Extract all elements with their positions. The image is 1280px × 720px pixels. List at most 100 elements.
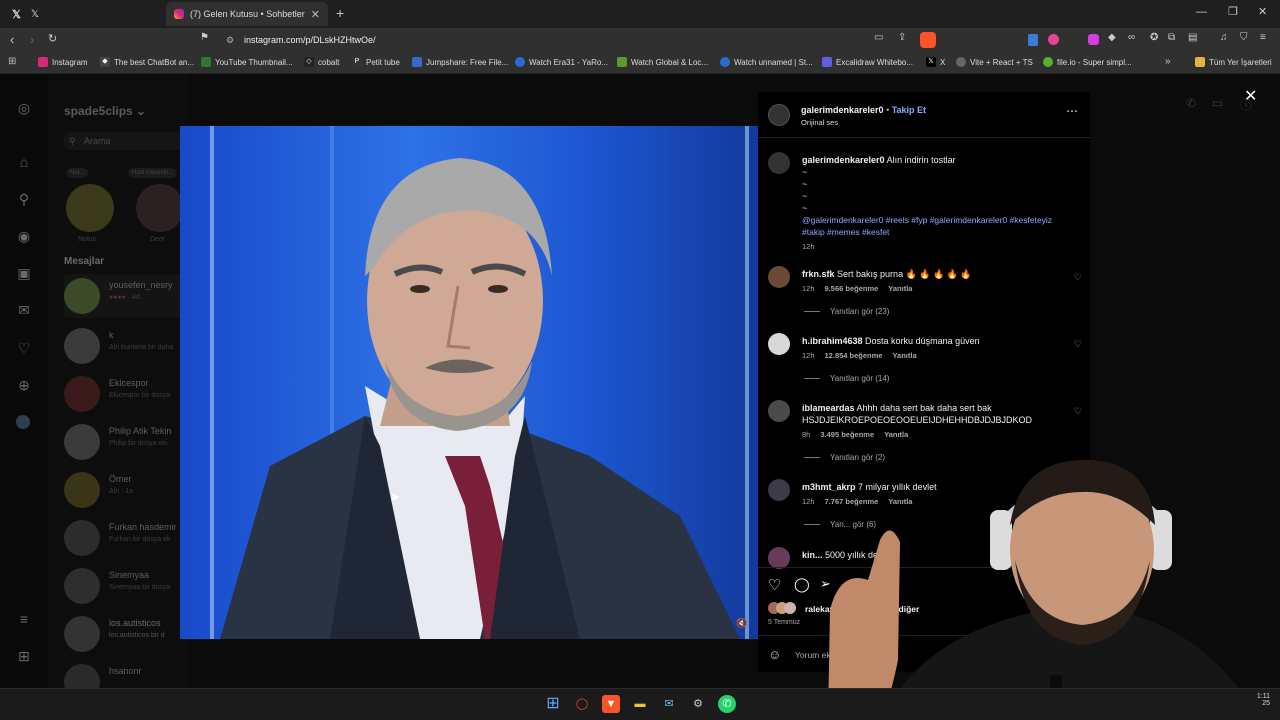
reply-button[interactable]: Yanıtla bbox=[892, 351, 916, 360]
reply-button[interactable]: Yanıtla bbox=[888, 284, 912, 293]
bookmark-item[interactable]: ◇ cobalt bbox=[304, 57, 339, 67]
bookmark-icon[interactable]: ⚑ bbox=[200, 32, 209, 43]
windows-start-icon[interactable]: ⊞ bbox=[544, 695, 562, 713]
extension-icon[interactable]: ∞ bbox=[1128, 32, 1135, 43]
avatar[interactable] bbox=[768, 400, 790, 422]
minimize-button[interactable]: — bbox=[1196, 6, 1207, 18]
author-username[interactable]: galerimdenkareler0 bbox=[801, 105, 884, 115]
bookmark-item[interactable]: ◆ The best ChatBot an... bbox=[100, 57, 194, 67]
tab-close-icon[interactable]: ✕ bbox=[311, 8, 320, 21]
mail-icon[interactable]: ✉ bbox=[660, 695, 678, 713]
extension-icon[interactable]: ◆ bbox=[1108, 32, 1116, 43]
clock[interactable]: 1:11 25 bbox=[1240, 693, 1270, 707]
search-icon[interactable]: ⚲ bbox=[16, 191, 32, 207]
notifications-icon[interactable]: ♡ bbox=[16, 340, 32, 356]
audio-label[interactable]: Orijinal ses bbox=[801, 118, 838, 127]
brave-shield-icon[interactable] bbox=[920, 32, 936, 48]
like-comment-icon[interactable]: ♡ bbox=[1074, 406, 1082, 417]
view-replies-button[interactable]: Yanıtları gör (14) bbox=[804, 374, 889, 383]
comment-user[interactable]: iblameardas bbox=[802, 403, 855, 413]
more-options-icon[interactable]: ⋯ bbox=[1066, 104, 1078, 118]
more-bookmarks-icon[interactable]: » bbox=[1165, 56, 1171, 67]
settings-icon[interactable]: ⚙ bbox=[689, 695, 707, 713]
emoji-icon[interactable]: ☺ bbox=[768, 647, 781, 662]
view-replies-button[interactable]: Yanıtları gör (23) bbox=[804, 307, 889, 316]
like-icon[interactable]: ♡ bbox=[768, 576, 781, 594]
phone-icon[interactable]: ✆ bbox=[1186, 96, 1196, 110]
bookmark-item[interactable]: Watch Era31 - YaRo... bbox=[515, 57, 608, 67]
avatar[interactable] bbox=[768, 333, 790, 355]
avatar[interactable] bbox=[768, 479, 790, 501]
whatsapp-icon[interactable]: ✆ bbox=[718, 695, 736, 713]
new-tab-button[interactable]: + bbox=[336, 5, 344, 21]
comment-icon[interactable]: ◯ bbox=[794, 576, 810, 593]
sidebar-icon[interactable]: ▤ bbox=[1188, 32, 1197, 43]
extension-icon[interactable] bbox=[1028, 34, 1038, 46]
reels-icon[interactable]: ▣ bbox=[16, 265, 32, 281]
dm-search-input[interactable]: ⚲ Arama bbox=[64, 132, 184, 150]
reel-video[interactable]: 🔇 ➤ bbox=[180, 126, 758, 639]
video-call-icon[interactable]: ▭ bbox=[1212, 96, 1223, 110]
comment-user[interactable]: h.ibrahim4638 bbox=[802, 336, 863, 346]
comment-likes[interactable]: 12.854 beğenme bbox=[825, 351, 883, 360]
vpn-icon[interactable]: ⛉ bbox=[1240, 32, 1248, 43]
caption-hashtags[interactable]: @galerimdenkareler0 #reels #fyp #galerim… bbox=[802, 214, 1072, 238]
mute-icon[interactable]: 🔇 bbox=[736, 618, 747, 629]
explore-icon[interactable]: ◉ bbox=[16, 228, 32, 244]
comment-likes[interactable]: 9.566 beğenme bbox=[825, 284, 879, 293]
extension-icon[interactable] bbox=[1088, 34, 1099, 45]
dm-thread[interactable]: hsanonr bbox=[64, 660, 234, 688]
comment-user[interactable]: frkn.sfk bbox=[802, 269, 835, 279]
extension-icon[interactable]: ✪ bbox=[1150, 32, 1158, 43]
avatar[interactable] bbox=[768, 266, 790, 288]
share-icon[interactable]: ⇪ bbox=[898, 32, 906, 43]
address-bar[interactable]: ⚙ instagram.com/p/DLskHZHtwOe/ bbox=[218, 31, 944, 49]
bookmark-item[interactable]: P Petit tube bbox=[352, 57, 400, 67]
bookmark-item[interactable]: Instagram bbox=[38, 57, 88, 67]
author-avatar[interactable] bbox=[768, 104, 790, 126]
author-avatar[interactable] bbox=[768, 152, 790, 174]
bookmark-item[interactable]: YouTube Thumbnail... bbox=[201, 57, 293, 67]
back-icon[interactable]: ‹ bbox=[10, 32, 14, 47]
extensions-puzzle-icon[interactable]: ⧉ bbox=[1168, 32, 1175, 43]
reload-icon[interactable]: ↻ bbox=[48, 32, 57, 45]
opera-icon[interactable]: ◯ bbox=[573, 695, 591, 713]
maximize-button[interactable]: ❐ bbox=[1228, 5, 1238, 18]
tab-x[interactable]: 𝕏 𝕏 bbox=[4, 2, 164, 26]
cast-icon[interactable]: ▭ bbox=[874, 32, 883, 43]
note-avatar[interactable] bbox=[136, 184, 184, 232]
window-close-button[interactable]: ✕ bbox=[1258, 5, 1267, 18]
bookmarks-folder[interactable]: Tüm Yer İşaretleri bbox=[1195, 57, 1272, 67]
bookmark-item[interactable]: file.io - Super simpl... bbox=[1043, 57, 1132, 67]
file-explorer-icon[interactable]: ▬ bbox=[631, 695, 649, 713]
more-menu-icon[interactable]: ≡ bbox=[16, 611, 32, 627]
like-comment-icon[interactable]: ♡ bbox=[1074, 272, 1082, 283]
dm-username[interactable]: spade5clips ⌄ bbox=[64, 104, 146, 118]
bookmark-item[interactable]: Jumpshare: Free File... bbox=[412, 57, 508, 67]
forward-icon[interactable]: › bbox=[30, 32, 34, 47]
note-avatar[interactable] bbox=[66, 184, 114, 232]
extension-icon[interactable] bbox=[1048, 34, 1059, 45]
menu-icon[interactable]: ≡ bbox=[1260, 32, 1266, 43]
close-overlay-icon[interactable]: ✕ bbox=[1244, 86, 1257, 106]
threads-icon[interactable]: ⊞ bbox=[16, 648, 32, 664]
bookmark-item[interactable]: 𝕏X bbox=[926, 57, 945, 67]
bookmark-item[interactable]: Vite + React + TS bbox=[956, 57, 1033, 67]
bookmark-item[interactable]: Watch Global & Loc... bbox=[617, 57, 708, 67]
create-icon[interactable]: ⊕ bbox=[16, 377, 32, 393]
instagram-logo-icon[interactable]: ◎ bbox=[16, 100, 32, 116]
avatar[interactable] bbox=[768, 547, 790, 569]
like-comment-icon[interactable]: ♡ bbox=[1074, 339, 1082, 350]
messages-icon[interactable]: ✉ bbox=[16, 302, 32, 318]
brave-icon[interactable]: ▼ bbox=[602, 695, 620, 713]
music-icon[interactable]: ♫ bbox=[1220, 32, 1228, 43]
tab-instagram-inbox[interactable]: (7) Gelen Kutusu • Sohbetler ✕ bbox=[166, 2, 328, 26]
bookmark-item[interactable]: Excalidraw Whitebo... bbox=[822, 57, 913, 67]
home-icon[interactable]: ⌂ bbox=[16, 154, 32, 170]
site-info-icon[interactable]: ⚙ bbox=[226, 31, 234, 49]
follow-button[interactable]: Takip Et bbox=[892, 105, 926, 115]
caption-author[interactable]: galerimdenkareler0 bbox=[802, 155, 885, 165]
profile-avatar[interactable] bbox=[16, 415, 30, 429]
bookmark-item[interactable]: Watch unnamed | St... bbox=[720, 57, 813, 67]
apps-grid-icon[interactable]: ⊞ bbox=[8, 56, 16, 67]
